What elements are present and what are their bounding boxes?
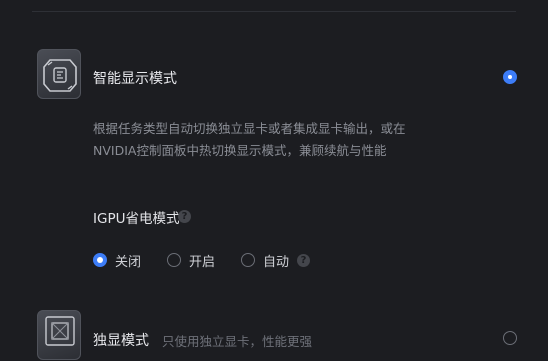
- discrete-mode-radio[interactable]: [503, 331, 517, 345]
- igpu-option-off[interactable]: 关闭: [93, 250, 141, 270]
- radio-unselected-icon[interactable]: [241, 253, 255, 267]
- option-label: 自动: [263, 254, 290, 270]
- help-icon[interactable]: ?: [178, 210, 191, 223]
- option-label: 关闭: [115, 254, 142, 270]
- option-label: 开启: [189, 254, 216, 270]
- radio-unselected-icon[interactable]: [167, 253, 181, 267]
- igpu-power-title: IGPU省电模式: [93, 211, 180, 227]
- smart-mode-title: 智能显示模式: [93, 71, 177, 87]
- smart-mode-description: 根据任务类型自动切换独立显卡或者集成显卡输出，或在NVIDIA控制面板中热切换显…: [93, 121, 406, 158]
- gpu-switch-icon: [37, 49, 81, 99]
- igpu-option-auto[interactable]: 自动: [241, 250, 289, 270]
- discrete-mode-description: 只使用独立显卡，性能更强: [162, 334, 313, 349]
- discrete-mode-title: 独显模式: [93, 333, 149, 349]
- top-divider: [32, 11, 516, 12]
- help-icon[interactable]: ?: [297, 254, 310, 267]
- radio-selected-icon[interactable]: [93, 253, 107, 267]
- smart-mode-radio[interactable]: [503, 70, 517, 84]
- igpu-option-on[interactable]: 开启: [167, 250, 215, 270]
- gpu-chip-icon: [37, 310, 81, 360]
